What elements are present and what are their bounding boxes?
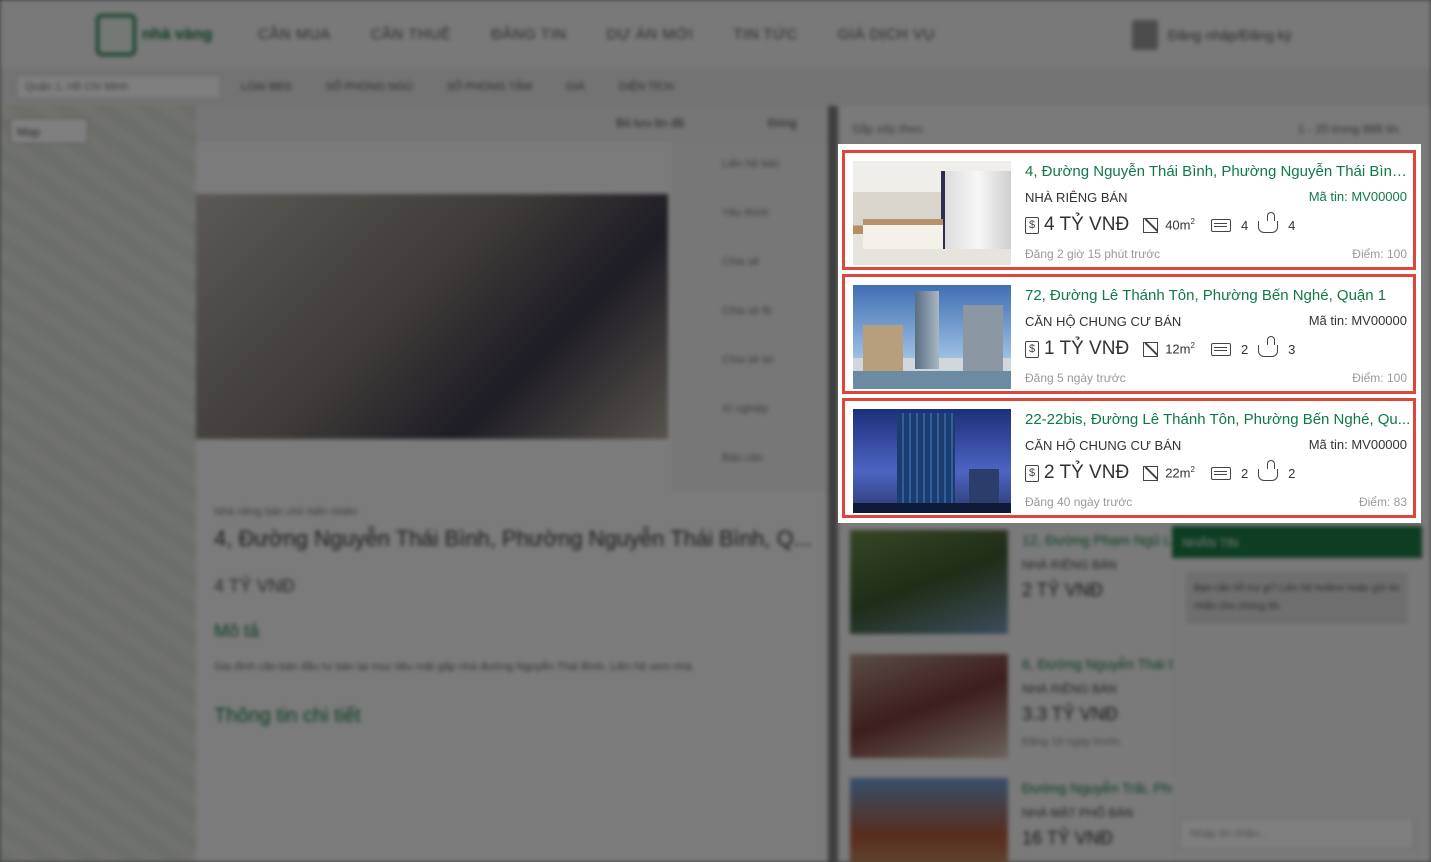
listing-code-label: Mã tin: xyxy=(1308,189,1348,204)
listing-price: 1 TỶ VNĐ xyxy=(1044,338,1130,359)
highlighted-listings: 4, Đường Nguyễn Thái Bình, Phường Nguyễn… xyxy=(838,144,1421,523)
bathtub-icon xyxy=(1258,336,1279,357)
listing-score: Điểm: 100 xyxy=(1352,247,1407,261)
money-icon: $ xyxy=(1025,340,1039,358)
bathtub-icon xyxy=(1258,460,1279,481)
listing-posted: Đăng 5 ngày trước xyxy=(1025,371,1126,385)
listing-code: Mã tin: MV00000 xyxy=(1309,189,1407,204)
listing-code-value: MV00000 xyxy=(1351,189,1407,204)
bed-icon xyxy=(1210,342,1231,356)
money-icon: $ xyxy=(1025,216,1039,234)
listing-category: CĂN HỘ CHUNG CƯ BÁN xyxy=(1025,314,1182,329)
listing-area: 40m2 xyxy=(1165,217,1195,233)
listing-stats: $ 1 TỶ VNĐ 12m2 2 3 xyxy=(1025,336,1305,361)
listing-score: Điểm: 100 xyxy=(1352,371,1407,385)
listing-posted: Đăng 40 ngày trước xyxy=(1025,495,1133,509)
listing-price: 2 TỶ VNĐ xyxy=(1044,462,1130,483)
area-icon xyxy=(1143,217,1159,233)
listing-code-value: MV00000 xyxy=(1351,313,1407,328)
listing-bathrooms: 4 xyxy=(1288,217,1296,233)
bed-icon xyxy=(1210,218,1231,232)
area-icon xyxy=(1143,465,1159,481)
listing-code: Mã tin: MV00000 xyxy=(1309,437,1407,452)
listing-code-label: Mã tin: xyxy=(1308,313,1348,328)
listing-card[interactable]: 72, Đường Lê Thánh Tôn, Phường Bến Nghé,… xyxy=(842,274,1416,394)
area-icon xyxy=(1143,341,1159,357)
listing-title[interactable]: 72, Đường Lê Thánh Tôn, Phường Bến Nghé,… xyxy=(1025,287,1411,304)
listing-title[interactable]: 4, Đường Nguyễn Thái Bình, Phường Nguyễn… xyxy=(1025,163,1411,180)
listing-bathrooms: 3 xyxy=(1288,341,1296,357)
towers-photo[interactable] xyxy=(853,285,1011,389)
bed-icon xyxy=(1210,466,1231,480)
listing-posted: Đăng 2 giờ 15 phút trước xyxy=(1025,247,1161,261)
money-icon: $ xyxy=(1025,464,1039,482)
bedroom-photo[interactable] xyxy=(853,161,1011,265)
listing-title[interactable]: 22-22bis, Đường Lê Thánh Tôn, Phường Bến… xyxy=(1025,411,1411,428)
listing-area: 12m2 xyxy=(1165,341,1195,357)
listing-card[interactable]: 4, Đường Nguyễn Thái Bình, Phường Nguyễn… xyxy=(842,150,1416,270)
bathtub-icon xyxy=(1258,212,1279,233)
listing-stats: $ 4 TỶ VNĐ 40m2 4 4 xyxy=(1025,212,1305,237)
listing-stats: $ 2 TỶ VNĐ 22m2 2 2 xyxy=(1025,460,1305,485)
listing-area: 22m2 xyxy=(1165,465,1195,481)
listing-category: CĂN HỘ CHUNG CƯ BÁN xyxy=(1025,438,1182,453)
listing-bedrooms: 2 xyxy=(1240,465,1249,481)
listing-code: Mã tin: MV00000 xyxy=(1309,313,1407,328)
listing-score: Điểm: 83 xyxy=(1358,495,1407,509)
listing-code-value: MV00000 xyxy=(1351,437,1407,452)
glass-tower-photo[interactable] xyxy=(853,409,1011,513)
listing-code-label: Mã tin: xyxy=(1308,437,1348,452)
listing-bedrooms: 4 xyxy=(1240,217,1249,233)
listing-bedrooms: 2 xyxy=(1240,341,1249,357)
listing-price: 4 TỶ VNĐ xyxy=(1044,214,1130,235)
listing-card[interactable]: 22-22bis, Đường Lê Thánh Tôn, Phường Bến… xyxy=(842,398,1416,518)
listing-bathrooms: 2 xyxy=(1288,465,1296,481)
listing-category: NHÀ RIÊNG BÁN xyxy=(1025,190,1128,205)
